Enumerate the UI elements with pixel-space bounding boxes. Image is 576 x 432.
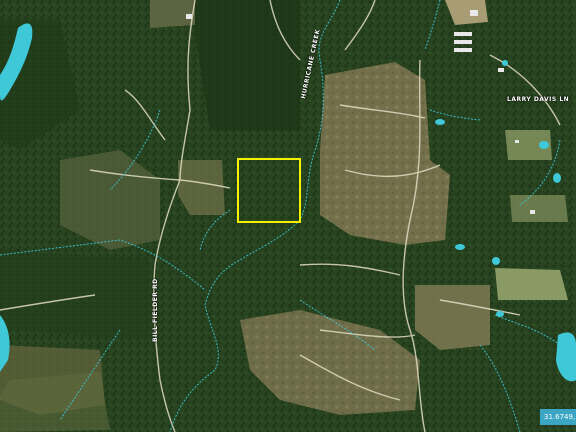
pond-4 — [492, 257, 500, 265]
clearcut-center-west — [178, 160, 225, 215]
field-east — [495, 268, 568, 300]
pond-7 — [502, 60, 508, 66]
clearing-south — [0, 372, 110, 432]
field-east-3 — [510, 195, 568, 222]
coordinate-readout: 31.6749, -9 — [540, 409, 576, 425]
pond-1 — [435, 119, 445, 125]
map-view[interactable]: HURRICANE CREEK LARRY DAVIS LN BILL FIEL… — [0, 0, 576, 432]
dense-forest-southwest — [0, 250, 150, 340]
bill-fielder-label: BILL FIELDER RD — [152, 278, 159, 342]
larry-davis-label: LARRY DAVIS LN — [507, 96, 570, 103]
pond-3 — [553, 173, 561, 183]
pond-2 — [539, 141, 549, 149]
pond-5 — [455, 244, 465, 250]
pond-6 — [496, 311, 504, 317]
satellite-imagery — [0, 0, 576, 432]
